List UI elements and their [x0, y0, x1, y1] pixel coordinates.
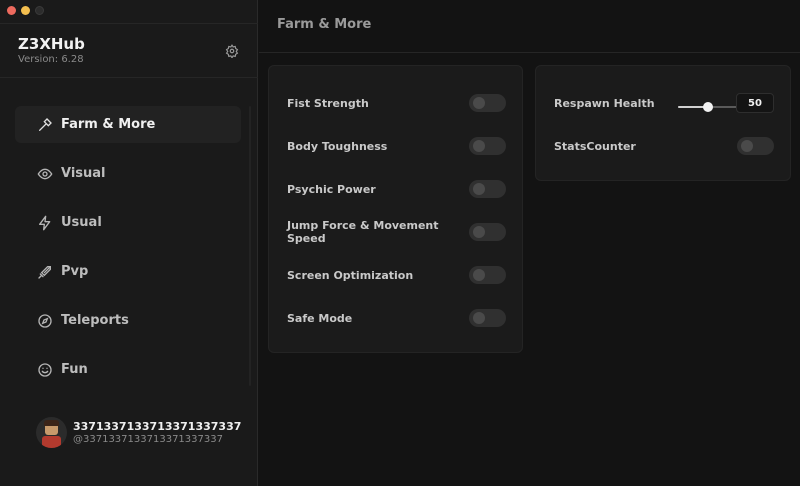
- app-window: Z3XHub Version: 6.28 Farm & More Visual …: [0, 0, 800, 486]
- toggle-label: StatsCounter: [554, 139, 636, 153]
- window-controls: [7, 6, 44, 15]
- jump-force-movement-speed-toggle[interactable]: [469, 223, 506, 241]
- profile-handle: @3371337133713371337337: [73, 433, 223, 445]
- settings-card: Respawn Health 50 StatsCounter: [535, 65, 791, 181]
- divider: [0, 23, 258, 24]
- sidebar-item-visual[interactable]: Visual: [15, 155, 241, 192]
- toggles-card: Fist Strength Body Toughness Psychic Pow…: [268, 65, 523, 353]
- toggle-label: Screen Optimization: [287, 268, 414, 282]
- divider: [0, 77, 258, 78]
- sidebar-item-teleports[interactable]: Teleports: [15, 302, 241, 339]
- sidebar-item-label: Pvp: [61, 264, 89, 279]
- body-toughness-toggle[interactable]: [469, 137, 506, 155]
- sidebar-item-label: Farm & More: [61, 117, 156, 132]
- stats-counter-toggle[interactable]: [737, 137, 774, 155]
- gear-icon: [225, 44, 239, 58]
- screen-optimization-toggle[interactable]: [469, 266, 506, 284]
- minimize-window-button[interactable]: [21, 6, 30, 15]
- sidebar-item-usual[interactable]: Usual: [15, 204, 241, 241]
- toggle-row: Body Toughness: [287, 136, 506, 156]
- sidebar-item-pvp[interactable]: Pvp: [15, 253, 241, 290]
- sidebar-item-label: Visual: [61, 166, 106, 181]
- sword-icon: [38, 265, 51, 279]
- sidebar-scrollbar[interactable]: [249, 106, 251, 386]
- toggle-row: Safe Mode: [287, 308, 506, 328]
- hammer-icon: [39, 117, 52, 131]
- maximize-window-button[interactable]: [35, 6, 44, 15]
- toggle-label: Body Toughness: [287, 139, 388, 153]
- header: Farm & More: [259, 0, 800, 53]
- close-window-button[interactable]: [7, 6, 16, 15]
- respawn-health-slider[interactable]: [678, 102, 738, 112]
- page-title: Farm & More: [277, 17, 372, 32]
- sidebar-item-fun[interactable]: Fun: [15, 351, 241, 388]
- settings-button[interactable]: [224, 43, 240, 59]
- sidebar-item-label: Fun: [61, 362, 88, 377]
- psychic-power-toggle[interactable]: [469, 180, 506, 198]
- profile-name: 3371337133713371337337: [73, 419, 242, 433]
- respawn-health-input[interactable]: 50: [736, 93, 774, 113]
- sidebar-item-farm-and-more[interactable]: Farm & More: [15, 106, 241, 143]
- sidebar-nav: Farm & More Visual Usual Pvp Teleports F…: [15, 106, 241, 400]
- toggle-row: Jump Force & Movement Speed: [287, 219, 506, 245]
- sidebar: Z3XHub Version: 6.28 Farm & More Visual …: [0, 0, 258, 486]
- app-title: Z3XHub: [18, 35, 85, 53]
- app-version: Version: 6.28: [18, 54, 84, 65]
- smile-icon: [38, 362, 52, 377]
- eye-icon: [37, 168, 53, 179]
- toggle-label: Safe Mode: [287, 311, 353, 325]
- bolt-icon: [39, 215, 51, 230]
- toggle-label: Fist Strength: [287, 96, 369, 110]
- slider-label: Respawn Health: [554, 96, 655, 110]
- toggle-label: Psychic Power: [287, 182, 376, 196]
- toggle-row: Fist Strength: [287, 93, 506, 113]
- compass-icon: [38, 313, 52, 328]
- safe-mode-toggle[interactable]: [469, 309, 506, 327]
- sidebar-item-label: Teleports: [61, 313, 129, 328]
- sidebar-item-label: Usual: [61, 215, 102, 230]
- user-profile[interactable]: 3371337133713371337337 @3371337133713371…: [36, 417, 241, 448]
- toggle-label: Jump Force & Movement Speed: [287, 219, 439, 245]
- fist-strength-toggle[interactable]: [469, 94, 506, 112]
- avatar: [36, 417, 67, 448]
- toggle-row: Screen Optimization: [287, 265, 506, 285]
- slider-thumb[interactable]: [703, 102, 713, 112]
- slider-row: Respawn Health 50: [554, 93, 774, 113]
- toggle-row: Psychic Power: [287, 179, 506, 199]
- profile-info: 3371337133713371337337 @3371337133713371…: [73, 420, 241, 446]
- toggle-row: StatsCounter: [554, 136, 774, 156]
